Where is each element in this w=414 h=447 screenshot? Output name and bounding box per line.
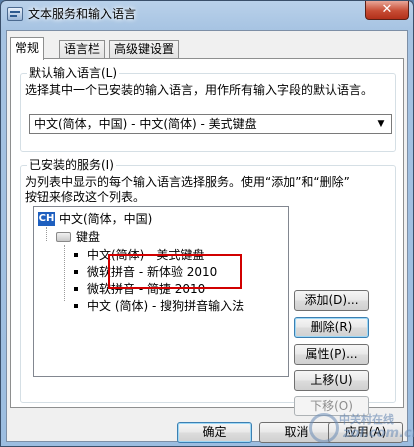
ok-button[interactable]: 确定	[177, 422, 252, 443]
dialog-client-area: 常规 语言栏 高级键设置 默认输入语言(L) 选择其中一个已安装的输入语言，用作…	[6, 30, 414, 445]
tree-connector	[46, 227, 47, 241]
installed-services-description-line2: 按钮来修改这个列表。	[25, 190, 146, 204]
language-label: 中文(简体，中国)	[59, 212, 153, 226]
default-language-description: 选择其中一个已安装的输入语言，用作所有输入字段的默认语言。	[25, 83, 374, 97]
default-language-dropdown[interactable]: 中文(简体，中国) - 中文(简体) - 美式键盘 ▼	[29, 114, 392, 134]
watermark-subtext: zol.com.cn	[343, 426, 414, 441]
installed-services-legend: 已安装的服务(I)	[27, 158, 116, 172]
general-tab-panel: 默认输入语言(L) 选择其中一个已安装的输入语言，用作所有输入字段的默认语言。 …	[10, 58, 404, 416]
services-tree[interactable]: CH 中文(简体，中国) 键盘 中文(简体) - 美式键盘 微软拼音 - 新体验…	[33, 206, 289, 377]
annotation-highlight-box	[108, 254, 242, 289]
close-button[interactable]: ✕	[365, 1, 409, 20]
tree-item-label: 中文 (简体) - 搜狗拼音输入法	[87, 299, 245, 313]
remove-button[interactable]: 删除(R)	[294, 317, 369, 338]
tree-connector	[64, 245, 65, 301]
bullet-icon	[74, 304, 78, 308]
watermark-logo-icon	[309, 413, 339, 443]
watermark: 中关村在线 zol.com.cn	[309, 411, 414, 445]
chevron-down-icon[interactable]: ▼	[373, 116, 389, 132]
default-language-value: 中文(简体，中国) - 中文(简体) - 美式键盘	[34, 117, 257, 131]
keyboard-group-label: 键盘	[76, 230, 101, 244]
tab-advanced-key-settings[interactable]: 高级键设置	[109, 40, 180, 59]
properties-button[interactable]: 属性(P)...	[294, 344, 369, 365]
tab-language-bar[interactable]: 语言栏	[59, 40, 106, 59]
bullet-icon	[74, 253, 78, 257]
dialog-window: 文本服务和输入语言 ✕ 常规 语言栏 高级键设置 默认输入语言(L) 选择其中一…	[0, 0, 414, 447]
default-language-legend: 默认输入语言(L)	[27, 66, 120, 80]
add-button[interactable]: 添加(D)...	[294, 290, 369, 311]
installed-services-description-line1: 为列表中显示的每个输入语言选择服务。使用“添加”和“删除”	[25, 175, 350, 189]
default-language-group: 默认输入语言(L) 选择其中一个已安装的输入语言，用作所有输入字段的默认语言。	[20, 66, 396, 152]
language-badge: CH	[38, 212, 55, 226]
keyboard-icon	[56, 232, 71, 242]
bullet-icon	[74, 270, 78, 274]
bullet-icon	[74, 287, 78, 291]
tab-general[interactable]: 常规	[10, 37, 45, 60]
move-up-button[interactable]: 上移(U)	[294, 370, 369, 391]
installed-services-group: 已安装的服务(I) 为列表中显示的每个输入语言选择服务。使用“添加”和“删除” …	[20, 158, 396, 403]
title-bar[interactable]: 文本服务和输入语言 ✕	[1, 1, 413, 29]
watermark-text: 中关村在线	[339, 413, 394, 426]
window-title: 文本服务和输入语言	[28, 7, 137, 21]
text-services-icon	[7, 7, 23, 21]
